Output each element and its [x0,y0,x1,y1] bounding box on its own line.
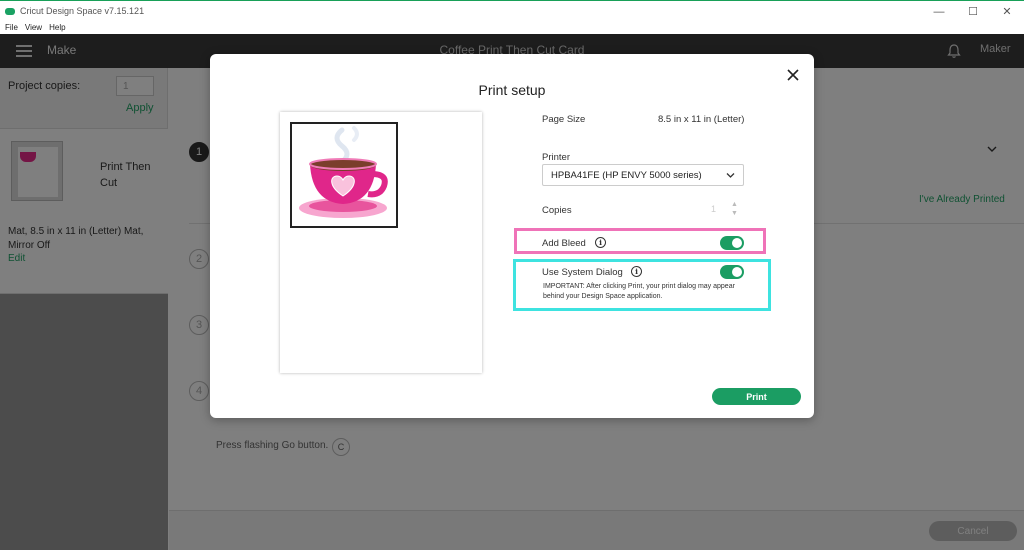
menu-bar: File View Help [0,21,1024,34]
dialog-title: Print setup [478,82,546,98]
system-dialog-label: Use System Dialog [542,267,623,278]
coffee-cup-illustration [299,126,388,218]
minimize-button[interactable]: — [922,1,956,22]
system-dialog-toggle[interactable] [720,265,744,279]
print-setup-dialog: Print setup Page Size 8.5 in x 11 in (Le… [210,54,814,418]
copies-value: 1 [711,204,717,214]
cricut-app-icon [5,7,15,15]
page-size-label: Page Size [542,114,586,125]
info-icon[interactable]: i [595,237,606,248]
page-size-value: 8.5 in x 11 in (Letter) [658,114,745,125]
stepper-arrows-icon[interactable]: ▲ ▼ [731,200,738,218]
printer-select-value: HPBA41FE (HP ENVY 5000 series) [551,170,702,181]
menu-file[interactable]: File [5,23,18,32]
important-note: IMPORTANT: After clicking Print, your pr… [543,283,735,300]
window-titlebar: Cricut Design Space v7.15.121 — ☐ ✕ [0,0,1024,21]
menu-view[interactable]: View [25,23,42,32]
menu-help[interactable]: Help [49,23,65,32]
printer-select[interactable]: HPBA41FE (HP ENVY 5000 series) [542,164,744,186]
window-controls: — ☐ ✕ [922,1,1024,22]
add-bleed-toggle[interactable] [720,236,744,250]
add-bleed-label: Add Bleed [542,238,586,249]
close-window-button[interactable]: ✕ [990,1,1024,22]
print-button[interactable]: Print [712,388,801,405]
copies-label: Copies [542,205,572,216]
coffee-cup-image [290,122,398,228]
maximize-button[interactable]: ☐ [956,1,990,22]
info-icon[interactable]: i [631,266,642,277]
window-title: Cricut Design Space v7.15.121 [20,6,145,16]
copies-stepper[interactable]: 1 ▲ ▼ [705,200,745,220]
close-icon[interactable] [786,68,800,82]
printer-label: Printer [542,152,570,163]
print-preview [280,112,482,373]
chevron-down-icon [726,173,735,178]
